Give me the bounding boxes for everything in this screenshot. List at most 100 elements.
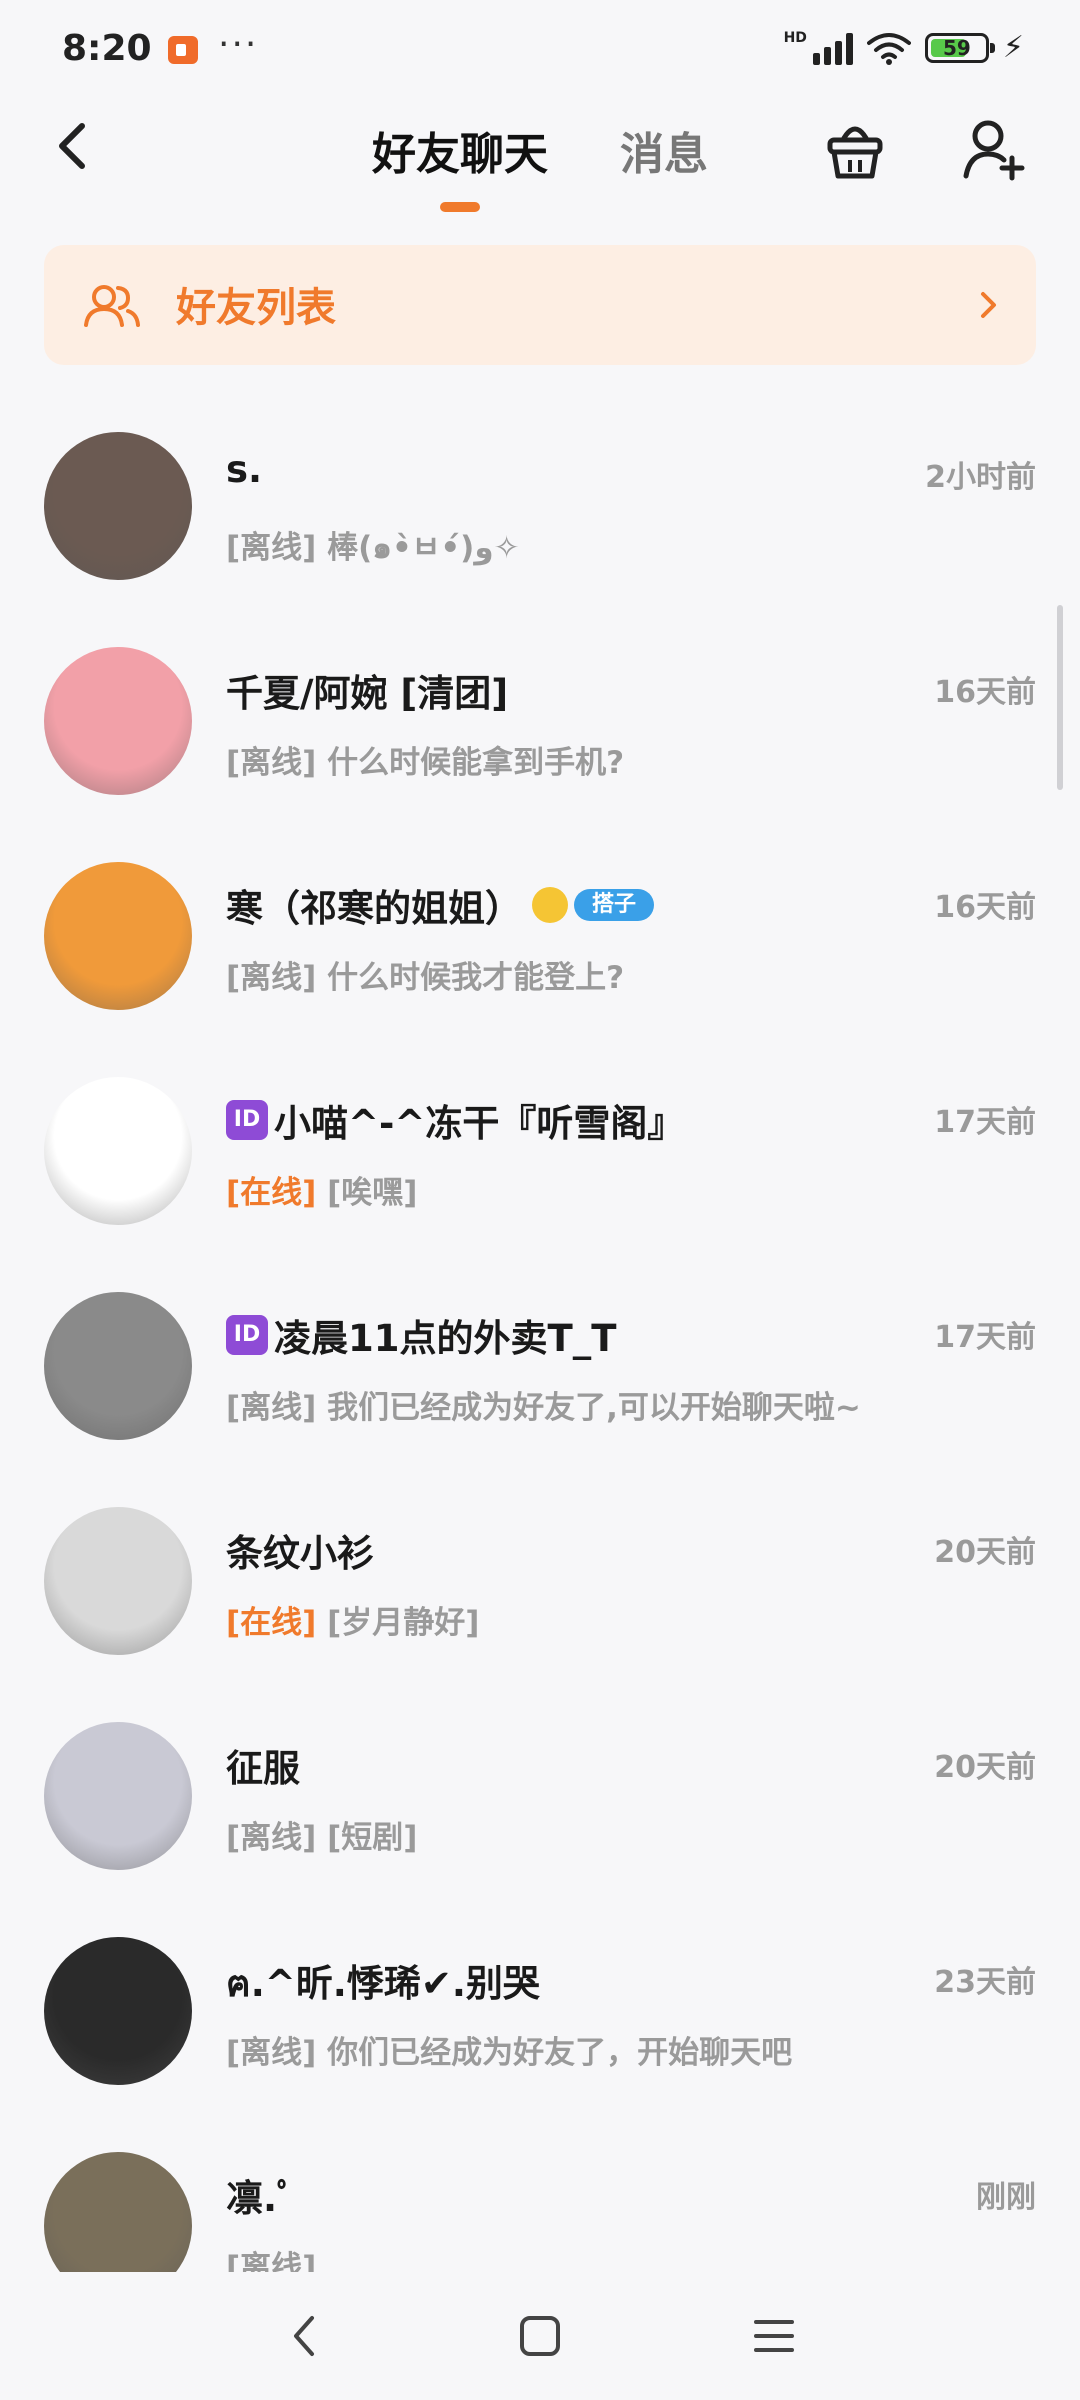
chat-name-row: 寒（祁寒的姐姐） 搭子: [226, 878, 655, 932]
status-time: 8:20: [62, 28, 152, 69]
more-notifications-icon: ···: [218, 24, 259, 65]
chat-name-row: 凛.ﾟ: [226, 2168, 296, 2222]
chat-name-row: s.: [226, 448, 262, 491]
avatar[interactable]: [44, 432, 192, 580]
chat-name-row: ฅ.^昕.悸琋✔.别哭: [226, 1953, 540, 2013]
last-message: 我们已经成为好友了,可以开始聊天啦~: [327, 1390, 861, 1426]
top-bar: 好友聊天 消息: [0, 100, 1080, 230]
presence-status: [离线]: [226, 530, 317, 566]
last-message: 什么时候能拿到手机?: [327, 745, 625, 781]
avatar[interactable]: [44, 862, 192, 1010]
chat-preview: [在线] [岁月静好]: [226, 1597, 479, 1642]
chat-list-item[interactable]: 寒（祁寒的姐姐） 搭子 16天前 [离线] 什么时候我才能登上?: [0, 830, 1080, 1045]
chat-list-item[interactable]: ID 凌晨11点的外卖T_T 17天前 [离线] 我们已经成为好友了,可以开始聊天啦~: [0, 1260, 1080, 1475]
cool-emoji-icon: [532, 887, 568, 923]
nav-recents-button[interactable]: [748, 2310, 800, 2362]
nav-home-button[interactable]: [514, 2310, 566, 2362]
chat-name: 凌晨11点的外卖T_T: [274, 1317, 617, 1360]
presence-status: [离线]: [226, 1390, 317, 1426]
scrollbar[interactable]: [1057, 605, 1063, 790]
last-message: 你们已经成为好友了，开始聊天吧: [327, 2035, 793, 2071]
chat-list-item[interactable]: 条纹小衫 20天前 [在线] [岁月静好]: [0, 1475, 1080, 1690]
chat-time: 20天前: [934, 1750, 1036, 1785]
chat-preview: [离线] 棒(๑•̀ㅂ•́)و✧: [226, 522, 520, 572]
chat-time: 20天前: [934, 1535, 1036, 1570]
chat-list-item[interactable]: ID 小喵^-^冻干『听雪阁』 17天前 [在线] [唉嘿]: [0, 1045, 1080, 1260]
chat-name-row: ID 小喵^-^冻干『听雪阁』: [226, 1093, 684, 1147]
chat-time: 17天前: [934, 1105, 1036, 1140]
id-badge-icon: ID: [226, 1315, 268, 1355]
presence-status: [离线]: [226, 1820, 317, 1856]
tab-messages[interactable]: 消息: [620, 118, 708, 182]
chat-preview: [离线] [短剧]: [226, 1812, 417, 1857]
presence-status: [离线]: [226, 745, 317, 781]
chat-name: 条纹小衫: [226, 1532, 374, 1575]
tab-indicator: [440, 202, 480, 212]
chat-list-item[interactable]: s. 2小时前 [离线] 棒(๑•̀ㅂ•́)و✧: [0, 400, 1080, 615]
chat-preview: [离线] 什么时候能拿到手机?: [226, 737, 624, 782]
chat-name-row: ID 凌晨11点的外卖T_T: [226, 1308, 616, 1362]
system-nav-bar: [0, 2272, 1080, 2400]
chat-time: 16天前: [934, 890, 1036, 925]
battery-level: 59: [943, 35, 971, 60]
tab-friend-chat[interactable]: 好友聊天: [372, 118, 548, 182]
chat-name-row: 千夏/阿婉 [清团]: [226, 663, 508, 717]
tag-badge: 搭子: [574, 889, 655, 921]
hd-label: HD: [783, 29, 807, 46]
chat-time: 16天前: [934, 675, 1036, 710]
avatar[interactable]: [44, 1937, 192, 2085]
chat-name: 小喵^-^冻干『听雪阁』: [274, 1102, 685, 1145]
chat-name-row: 条纹小衫: [226, 1523, 374, 1577]
signal-icon: [812, 31, 853, 65]
chat-list-item[interactable]: 凛.ﾟ 刚刚 [离线]: [0, 2120, 1080, 2275]
friends-icon: [84, 285, 140, 327]
charging-icon: ⚡: [1002, 30, 1024, 65]
avatar[interactable]: [44, 2152, 192, 2275]
avatar[interactable]: [44, 1507, 192, 1655]
last-message: [唉嘿]: [327, 1175, 418, 1211]
clean-basket-icon[interactable]: [820, 114, 890, 184]
last-message: 棒(๑•̀ㅂ•́)و✧: [327, 530, 520, 566]
chevron-right-icon: [981, 292, 996, 318]
chat-list-item[interactable]: ฅ.^昕.悸琋✔.别哭 23天前 [离线] 你们已经成为好友了，开始聊天吧: [0, 1905, 1080, 2120]
id-badge-icon: ID: [226, 1100, 268, 1140]
chat-preview: [在线] [唉嘿]: [226, 1167, 417, 1212]
chat-name: 征服: [226, 1747, 300, 1790]
chat-name: ฅ.^昕.悸琋✔.别哭: [226, 1962, 540, 2005]
friend-list-label: 好友列表: [176, 285, 336, 331]
chat-name: 寒（祁寒的姐姐）: [226, 887, 522, 930]
last-message: [岁月静好]: [327, 1605, 480, 1641]
chat-preview: [离线] 什么时候我才能登上?: [226, 952, 624, 997]
avatar[interactable]: [44, 1077, 192, 1225]
chat-time: 2小时前: [925, 460, 1036, 495]
friend-list-button[interactable]: 好友列表: [44, 245, 1036, 365]
chat-list-item[interactable]: 征服 20天前 [离线] [短剧]: [0, 1690, 1080, 1905]
chat-name: 凛.ﾟ: [226, 2177, 296, 2220]
avatar[interactable]: [44, 647, 192, 795]
presence-status: [离线]: [226, 960, 317, 996]
chat-time: 23天前: [934, 1965, 1036, 2000]
avatar[interactable]: [44, 1292, 192, 1440]
avatar[interactable]: [44, 1722, 192, 1870]
last-message: [短剧]: [327, 1820, 418, 1856]
chat-time: 17天前: [934, 1320, 1036, 1355]
presence-status: [在线]: [226, 1605, 317, 1641]
chat-name-row: 征服: [226, 1738, 300, 1792]
chat-list-item[interactable]: 千夏/阿婉 [清团] 16天前 [离线] 什么时候能拿到手机?: [0, 615, 1080, 830]
add-friend-icon[interactable]: [960, 114, 1030, 184]
wifi-icon: [866, 32, 911, 65]
last-message: 什么时候我才能登上?: [327, 960, 625, 996]
back-button[interactable]: [44, 116, 104, 176]
chat-list[interactable]: s. 2小时前 [离线] 棒(๑•̀ㅂ•́)و✧ 千夏/阿婉 [清团] 16天前 [离线]…: [0, 400, 1080, 2275]
nav-back-button[interactable]: [280, 2310, 332, 2362]
battery-icon: 59: [924, 32, 995, 63]
presence-status: [在线]: [226, 1175, 317, 1211]
status-bar: 8:20 ··· HD 59 ⚡: [0, 0, 1080, 100]
